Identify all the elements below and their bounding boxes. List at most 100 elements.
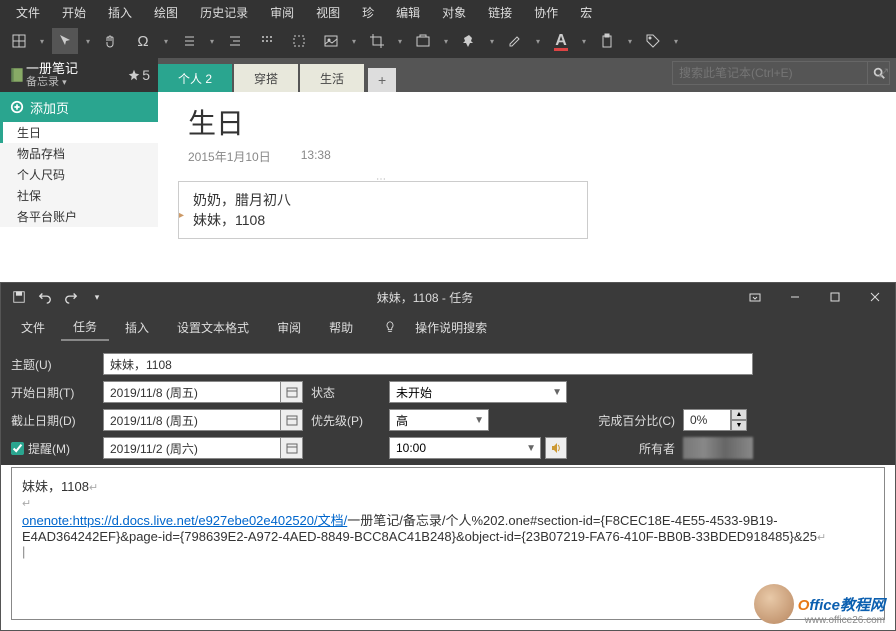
priority-select[interactable]: 高▼	[389, 409, 489, 431]
menu-view[interactable]: 视图	[306, 2, 350, 23]
page-meta: 2015年1月10日 13:38	[158, 144, 896, 177]
indent-icon[interactable]	[222, 28, 248, 54]
maximize-button[interactable]	[815, 283, 855, 311]
page-item-inventory[interactable]: 物品存档	[0, 143, 158, 164]
tell-me-search[interactable]: 操作说明搜索	[369, 315, 499, 340]
reminder-date-input[interactable]	[103, 437, 281, 459]
menu-gem[interactable]: 珍	[352, 2, 384, 23]
hand-icon[interactable]	[98, 28, 124, 54]
dropdown-icon[interactable]: ▾	[38, 37, 46, 46]
menu-draw[interactable]: 绘图	[144, 2, 188, 23]
page-canvas[interactable]: 个人 2 穿搭 生活 + ⤢ 生日 2015年1月10日 13:38 奶奶，腊月…	[158, 58, 896, 282]
dropdown-icon[interactable]: ▾	[396, 37, 404, 46]
task-body[interactable]: 妹妹，1108↵ ↵ onenote:https://d.docs.live.n…	[11, 467, 885, 620]
dropdown-icon[interactable]: ▾	[534, 37, 542, 46]
paste-icon[interactable]	[594, 28, 620, 54]
dropdown-icon[interactable]: ▾	[208, 37, 216, 46]
menu-macro[interactable]: 宏	[570, 2, 602, 23]
ribbon-options-icon[interactable]	[735, 283, 775, 311]
label-priority: 优先级(P)	[311, 412, 381, 429]
spin-up-icon[interactable]: ▲	[731, 409, 747, 420]
content-line[interactable]: ▸妹妹，1108	[193, 210, 573, 230]
menu-file[interactable]: 文件	[6, 2, 50, 23]
percent-stepper[interactable]: ▲▼	[683, 409, 753, 431]
notebook-header[interactable]: 一册笔记 备忘录 ▾ 5	[0, 58, 158, 92]
menu-object[interactable]: 对象	[432, 2, 476, 23]
content-line[interactable]: 奶奶，腊月初八	[193, 190, 573, 210]
minimize-button[interactable]	[775, 283, 815, 311]
search-input[interactable]	[672, 61, 868, 85]
menu-review[interactable]: 审阅	[260, 2, 304, 23]
ribbon-help[interactable]: 帮助	[317, 315, 365, 340]
qat-dropdown-icon[interactable]: ▾	[85, 285, 109, 309]
add-page-button[interactable]: 添加页	[0, 92, 158, 122]
label-percent: 完成百分比(C)	[575, 412, 675, 429]
page-item-accounts[interactable]: 各平台账户	[0, 206, 158, 227]
label-start-date: 开始日期(T)	[11, 384, 95, 401]
dropdown-icon[interactable]: ▾	[162, 37, 170, 46]
close-button[interactable]	[855, 283, 895, 311]
expand-icon[interactable]: ⤢	[878, 66, 888, 81]
ribbon-review[interactable]: 审阅	[265, 315, 313, 340]
screenshot-icon[interactable]	[410, 28, 436, 54]
tab-personal[interactable]: 个人 2	[158, 64, 232, 92]
grid-icon[interactable]	[254, 28, 280, 54]
start-date-input[interactable]	[103, 381, 281, 403]
dropdown-icon[interactable]: ▾	[350, 37, 358, 46]
menu-insert[interactable]: 插入	[98, 2, 142, 23]
status-select[interactable]: 未开始▼	[389, 381, 567, 403]
page-item-social[interactable]: 社保	[0, 185, 158, 206]
drag-handle-icon[interactable]	[368, 178, 398, 184]
page-date: 2015年1月10日	[188, 148, 271, 165]
ribbon-task[interactable]: 任务	[61, 314, 109, 341]
ribbon-file[interactable]: 文件	[9, 315, 57, 340]
calendar-icon[interactable]	[281, 437, 303, 459]
calendar-icon[interactable]	[281, 381, 303, 403]
tab-outfit[interactable]: 穿搭	[234, 64, 298, 92]
menu-edit[interactable]: 编辑	[386, 2, 430, 23]
pin-badge[interactable]: 5	[128, 67, 150, 83]
reminder-time-select[interactable]: 10:00▼	[389, 437, 541, 459]
menu-collab[interactable]: 协作	[524, 2, 568, 23]
dropdown-icon[interactable]: ▾	[580, 37, 588, 46]
menu-link[interactable]: 链接	[478, 2, 522, 23]
dropdown-icon[interactable]: ▾	[672, 37, 680, 46]
pin-icon[interactable]	[456, 28, 482, 54]
cursor-text-icon[interactable]	[52, 28, 78, 54]
calendar-icon[interactable]	[281, 409, 303, 431]
page-item-size[interactable]: 个人尺码	[0, 164, 158, 185]
omega-icon[interactable]: Ω	[130, 28, 156, 54]
undo-icon[interactable]	[33, 285, 57, 309]
image-icon[interactable]	[318, 28, 344, 54]
tab-add-button[interactable]: +	[368, 68, 396, 92]
dropdown-icon[interactable]: ▾	[442, 37, 450, 46]
menu-history[interactable]: 历史记录	[190, 2, 258, 23]
dropdown-icon[interactable]: ▾	[84, 37, 92, 46]
page-item-birthday[interactable]: 生日	[0, 122, 158, 143]
paragraph-marker-icon: ▸	[179, 210, 184, 221]
ribbon-format[interactable]: 设置文本格式	[165, 315, 261, 340]
onenote-link[interactable]: onenote:https://d.docs.live.net/e927ebe0…	[22, 513, 347, 528]
page-title[interactable]: 生日	[158, 92, 896, 144]
redo-icon[interactable]	[59, 285, 83, 309]
spin-down-icon[interactable]: ▼	[731, 420, 747, 431]
ribbon-insert[interactable]: 插入	[113, 315, 161, 340]
tab-life[interactable]: 生活	[300, 64, 364, 92]
dropdown-icon[interactable]: ▾	[626, 37, 634, 46]
save-icon[interactable]	[7, 285, 31, 309]
list-icon[interactable]	[176, 28, 202, 54]
dropdown-icon[interactable]: ▾	[488, 37, 496, 46]
menu-home[interactable]: 开始	[52, 2, 96, 23]
due-date-input[interactable]	[103, 409, 281, 431]
font-color-icon[interactable]: A	[548, 28, 574, 54]
reminder-checkbox[interactable]	[11, 442, 24, 455]
table-icon[interactable]	[6, 28, 32, 54]
highlight-icon[interactable]	[502, 28, 528, 54]
tag-icon[interactable]	[640, 28, 666, 54]
sound-icon[interactable]	[545, 437, 567, 459]
content-container[interactable]: 奶奶，腊月初八 ▸妹妹，1108	[178, 181, 588, 239]
crop-icon[interactable]	[364, 28, 390, 54]
subject-input[interactable]	[103, 353, 753, 375]
dotted-box-icon[interactable]	[286, 28, 312, 54]
label-reminder[interactable]: 提醒(M)	[11, 440, 95, 457]
